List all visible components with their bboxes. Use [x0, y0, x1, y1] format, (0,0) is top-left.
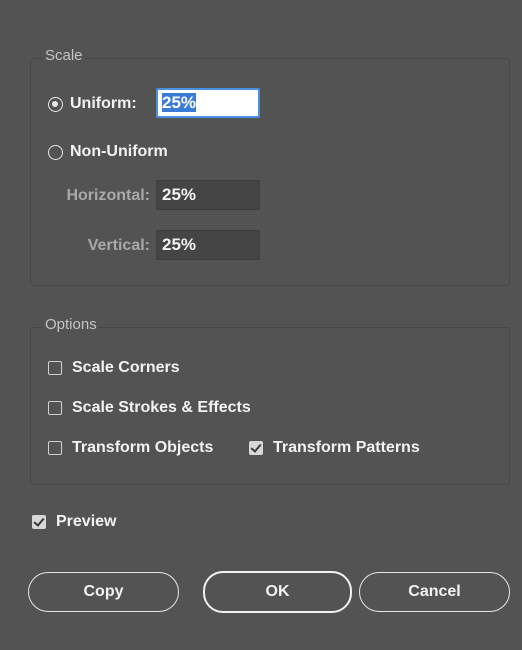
copy-button-label: Copy [83, 583, 124, 600]
uniform-scale-input[interactable]: 25% [156, 88, 260, 118]
non-uniform-radio-row[interactable]: Non-Uniform [48, 143, 168, 161]
scale-corners-label: Scale Corners [72, 359, 180, 376]
scale-group-title: Scale [43, 46, 85, 66]
transform-objects-checkbox[interactable] [48, 441, 62, 455]
non-uniform-label: Non-Uniform [70, 143, 168, 160]
scale-corners-checkbox[interactable] [48, 361, 62, 375]
scale-strokes-label: Scale Strokes & Effects [72, 399, 251, 416]
horizontal-scale-value: 25% [162, 185, 197, 204]
preview-label: Preview [56, 513, 117, 530]
vertical-scale-value: 25% [162, 235, 197, 254]
uniform-scale-value: 25% [162, 93, 197, 112]
horizontal-scale-input[interactable]: 25% [156, 180, 260, 210]
transform-objects-label: Transform Objects [72, 439, 214, 456]
ok-button-label: OK [265, 583, 290, 600]
transform-patterns-checkbox[interactable] [249, 441, 263, 455]
non-uniform-radio[interactable] [48, 144, 63, 160]
transform-patterns-row[interactable]: Transform Patterns [249, 439, 420, 457]
transform-patterns-label: Transform Patterns [273, 439, 420, 456]
scale-strokes-row[interactable]: Scale Strokes & Effects [48, 399, 251, 417]
horizontal-label: Horizontal: [66, 187, 150, 204]
scale-dialog: Scale Uniform: 25% Non-Uniform Horizonta… [0, 0, 522, 650]
ok-button[interactable]: OK [203, 571, 352, 613]
vertical-label: Vertical: [87, 237, 150, 254]
preview-row[interactable]: Preview [32, 513, 116, 531]
preview-checkbox[interactable] [32, 515, 46, 529]
uniform-radio[interactable] [48, 96, 63, 112]
cancel-button-label: Cancel [408, 583, 461, 600]
copy-button[interactable]: Copy [28, 572, 179, 612]
scale-strokes-checkbox[interactable] [48, 401, 62, 415]
scale-corners-row[interactable]: Scale Corners [48, 359, 180, 377]
uniform-label: Uniform: [70, 95, 137, 112]
transform-objects-row[interactable]: Transform Objects [48, 439, 213, 457]
options-group-title: Options [43, 315, 99, 335]
cancel-button[interactable]: Cancel [359, 572, 510, 612]
uniform-radio-row[interactable]: Uniform: [48, 95, 137, 113]
vertical-scale-input[interactable]: 25% [156, 230, 260, 260]
